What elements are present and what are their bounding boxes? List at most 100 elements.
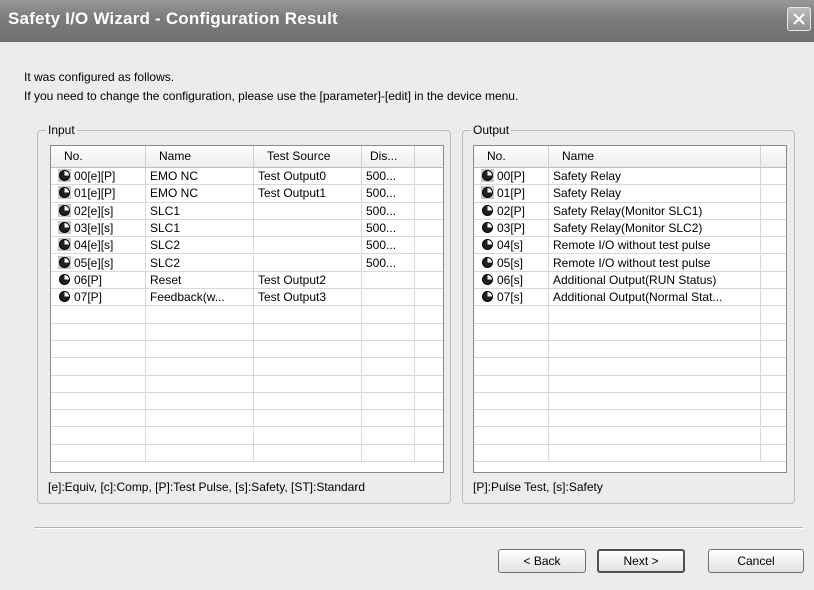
input-col-dis[interactable]: Dis... — [362, 146, 415, 167]
cancel-button[interactable]: Cancel — [708, 549, 804, 573]
input-group-label: Input — [46, 123, 77, 137]
output-list-header: No. Name — [474, 146, 786, 168]
title-bar[interactable]: Safety I/O Wizard - Configuration Result — [0, 0, 814, 42]
input-col-test-source[interactable]: Test Source — [254, 146, 362, 167]
input-cell-name: SLC2 — [146, 254, 254, 272]
table-row[interactable]: 06[s] Additional Output(RUN Status) — [474, 271, 786, 290]
table-row[interactable]: 05[s] Remote I/O without test pulse — [474, 254, 786, 272]
input-cell-no: 06[P] — [51, 271, 146, 289]
io-point-icon — [481, 204, 494, 217]
table-row[interactable]: 04[s] Remote I/O without test pulse — [474, 237, 786, 255]
output-cell-no — [474, 392, 549, 410]
input-cell-no — [51, 306, 146, 324]
table-row[interactable]: 03[e][s] SLC1 500... — [51, 219, 443, 238]
input-cell-dis — [362, 358, 415, 376]
input-cell-name: SLC1 — [146, 219, 254, 237]
next-button[interactable]: Next > — [597, 549, 685, 573]
output-cell-name — [549, 341, 761, 358]
input-name-text: EMO NC — [150, 169, 198, 183]
table-row[interactable]: 01[P] Safety Relay — [474, 185, 786, 203]
output-cell-name — [549, 323, 761, 341]
input-cell-dis — [362, 323, 415, 341]
output-col-name[interactable]: Name — [549, 146, 761, 167]
output-cell-name: Additional Output(RUN Status) — [549, 271, 761, 289]
input-cell-dis: 500... — [362, 219, 415, 237]
input-cell-name: Feedback(w... — [146, 289, 254, 307]
back-button[interactable]: < Back — [498, 549, 586, 573]
output-group: Output No. Name 00[P] Safety Relay 01[P] Sa… — [462, 123, 795, 504]
output-cell-no — [474, 410, 549, 428]
output-legend: [P]:Pulse Test, [s]:Safety — [473, 480, 603, 494]
input-dis-text: 500... — [366, 220, 397, 235]
table-row[interactable]: 01[e][P] EMO NC Test Output1 500... — [51, 185, 443, 203]
output-cell-name: Remote I/O without test pulse — [549, 254, 761, 272]
dialog-window: Safety I/O Wizard - Configuration Result… — [0, 0, 814, 590]
output-cell-no: 06[s] — [474, 271, 549, 289]
footer-divider — [34, 527, 803, 529]
output-list[interactable]: No. Name 00[P] Safety Relay 01[P] Safety Re… — [473, 145, 787, 473]
input-cell-dis: 500... — [362, 185, 415, 203]
table-row[interactable]: 03[P] Safety Relay(Monitor SLC2) — [474, 219, 786, 238]
table-row[interactable]: 07[P] Feedback(w... Test Output3 — [51, 289, 443, 307]
input-cell-source — [254, 410, 362, 428]
output-cell-no — [474, 427, 549, 445]
input-cell-dis — [362, 341, 415, 358]
table-row[interactable]: 00[e][P] EMO NC Test Output0 500... — [51, 168, 443, 186]
input-dis-text: 500... — [366, 186, 397, 201]
input-col-no[interactable]: No. — [51, 146, 146, 167]
io-point-icon — [58, 290, 71, 303]
input-cell-name: SLC1 — [146, 202, 254, 220]
io-point-icon — [58, 220, 71, 234]
input-col-name[interactable]: Name — [146, 146, 254, 167]
input-cell-no: 00[e][P] — [51, 168, 146, 185]
table-row[interactable]: 02[P] Safety Relay(Monitor SLC1) — [474, 202, 786, 220]
table-row[interactable]: 00[P] Safety Relay — [474, 168, 786, 186]
input-dis-text: 500... — [366, 238, 397, 253]
input-cell-source: Test Output0 — [254, 168, 362, 185]
input-cell-source — [254, 306, 362, 324]
input-dis-text: 500... — [366, 203, 397, 218]
input-source-text: Test Output2 — [258, 272, 327, 287]
table-row — [474, 427, 786, 445]
input-cell-source — [254, 358, 362, 376]
table-row[interactable]: 04[e][s] SLC2 500... — [51, 237, 443, 255]
output-name-text: Safety Relay(Monitor SLC2) — [553, 220, 703, 235]
input-no-text: 07[P] — [74, 290, 103, 305]
output-cell-name: Safety Relay — [549, 168, 761, 185]
table-row — [474, 392, 786, 411]
input-cell-no — [51, 427, 146, 445]
output-cell-no — [474, 323, 549, 341]
close-button[interactable] — [787, 7, 811, 31]
table-row[interactable]: 07[s] Additional Output(Normal Stat... — [474, 289, 786, 307]
output-no-text: 05[s] — [497, 255, 524, 270]
output-cell-no — [474, 341, 549, 358]
input-cell-name — [146, 392, 254, 410]
input-list[interactable]: No. Name Test Source Dis... 00[e][P] EMO … — [50, 145, 444, 473]
input-cell-dis — [362, 289, 415, 307]
input-cell-source — [254, 219, 362, 237]
io-point-icon — [481, 221, 494, 234]
input-cell-source — [254, 392, 362, 410]
table-row[interactable]: 02[e][s] SLC1 500... — [51, 202, 443, 220]
input-no-text: 05[e][s] — [74, 255, 114, 270]
input-no-text: 06[P] — [74, 272, 103, 287]
table-row — [51, 358, 443, 376]
input-name-text: Reset — [150, 272, 182, 287]
output-cell-name: Safety Relay(Monitor SLC2) — [549, 219, 761, 237]
output-col-no[interactable]: No. — [474, 146, 549, 167]
output-cell-no — [474, 358, 549, 376]
output-no-text: 00[P] — [497, 169, 526, 183]
input-cell-name: EMO NC — [146, 168, 254, 185]
input-cell-no: 01[e][P] — [51, 185, 146, 203]
input-cell-source — [254, 444, 362, 462]
input-name-text: Feedback(w... — [150, 290, 225, 305]
output-name-text: Safety Relay(Monitor SLC1) — [553, 203, 703, 218]
table-row[interactable]: 05[e][s] SLC2 500... — [51, 254, 443, 272]
io-point-icon — [481, 290, 494, 303]
input-cell-source — [254, 254, 362, 272]
input-cell-dis: 500... — [362, 254, 415, 272]
output-name-text: Remote I/O without test pulse — [553, 255, 711, 270]
input-cell-source: Test Output1 — [254, 185, 362, 203]
table-row — [51, 427, 443, 445]
table-row[interactable]: 06[P] Reset Test Output2 — [51, 271, 443, 290]
